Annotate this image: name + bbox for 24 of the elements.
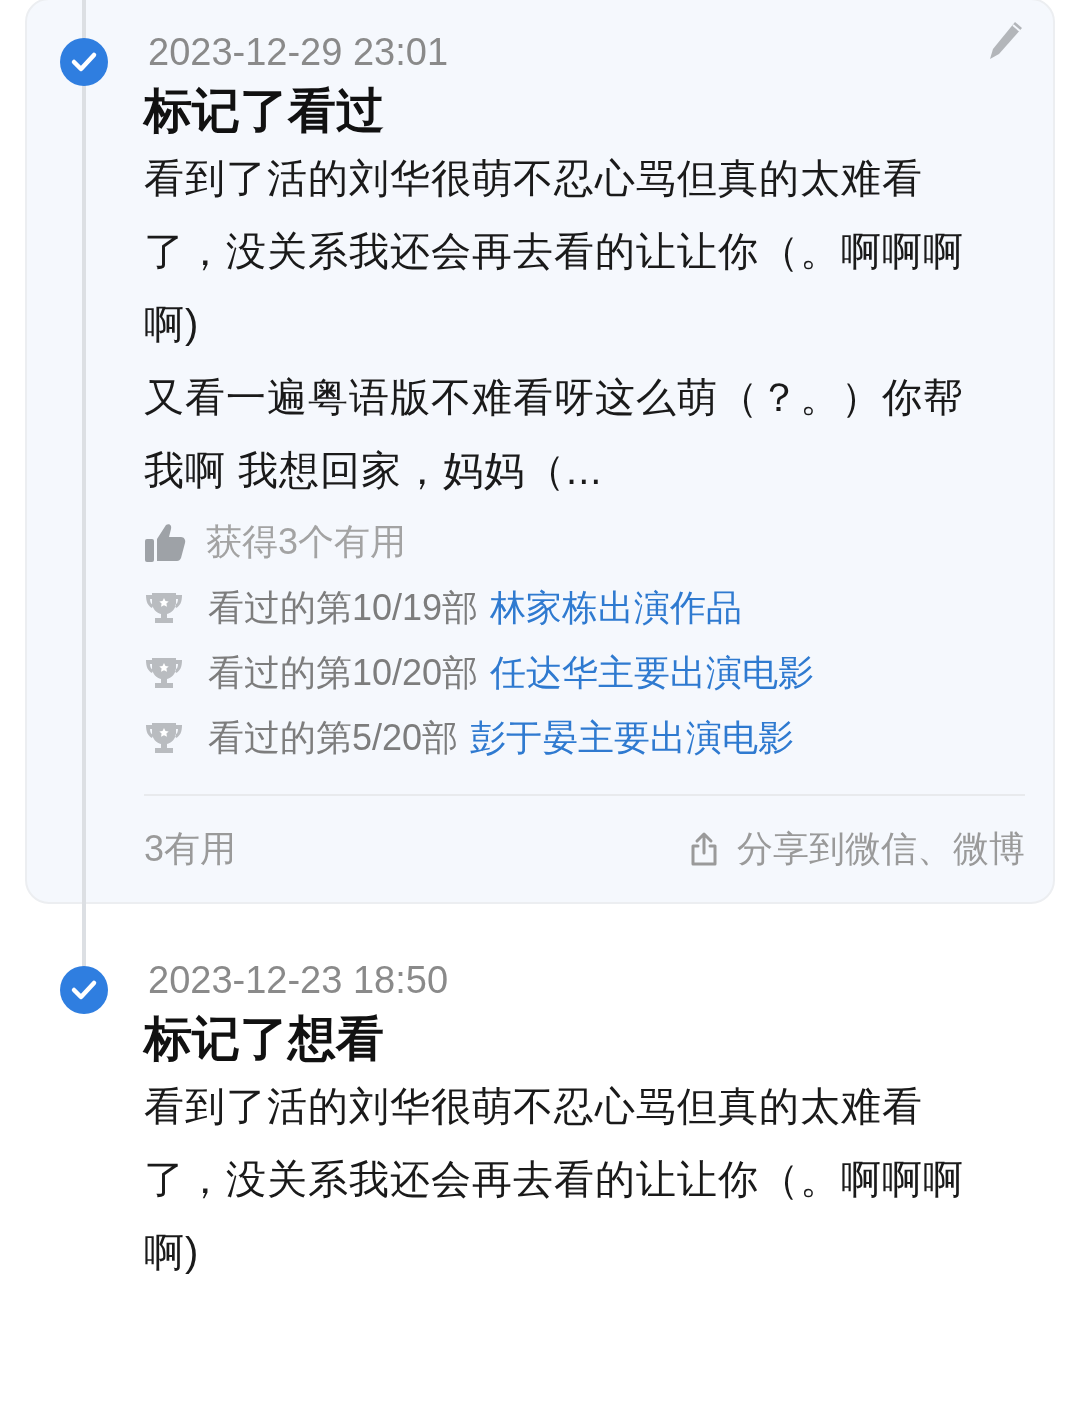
entry-title: 标记了想看 (144, 1011, 385, 1067)
list-link[interactable]: 彭于晏主要出演电影 (470, 710, 795, 765)
list-link[interactable]: 林家栋出演作品 (490, 580, 743, 635)
review-text: 看到了活的刘华很萌不忍心骂但真的太难看了，没关系我还会再去看的让让你（。啊啊啊啊) (144, 1083, 965, 1276)
trophy-icon (144, 655, 184, 690)
check-icon (60, 966, 108, 1014)
check-icon (60, 38, 108, 86)
list-link[interactable]: 任达华主要出演电影 (490, 645, 815, 700)
useful-count[interactable]: 3有用 (144, 822, 237, 876)
entry-date: 2023-12-29 23:01 (148, 30, 449, 75)
share-button[interactable]: 分享到微信、微博 (689, 822, 1025, 876)
review-text: 又看一遍粤语版不难看呀这么萌（？。）你帮我啊 我想回家，妈妈（... (144, 374, 965, 494)
trophy-icon (144, 720, 184, 755)
review-text: 看到了活的刘华很萌不忍心骂但真的太难看了，没关系我还会再去看的让让你（。啊啊啊啊) (144, 155, 965, 348)
trophy-icon (144, 590, 184, 625)
entry-date: 2023-12-23 18:50 (148, 958, 449, 1003)
thumbs-up-icon (144, 521, 186, 563)
entry-title: 标记了看过 (144, 83, 385, 139)
watch-count: 看过的第10/20部 (208, 650, 479, 695)
likes-count: 获得3个有用 (206, 520, 407, 564)
watch-count: 看过的第10/19部 (208, 585, 479, 630)
watch-count: 看过的第5/20部 (208, 715, 459, 760)
edit-icon[interactable] (989, 20, 1025, 60)
share-icon (689, 831, 719, 867)
